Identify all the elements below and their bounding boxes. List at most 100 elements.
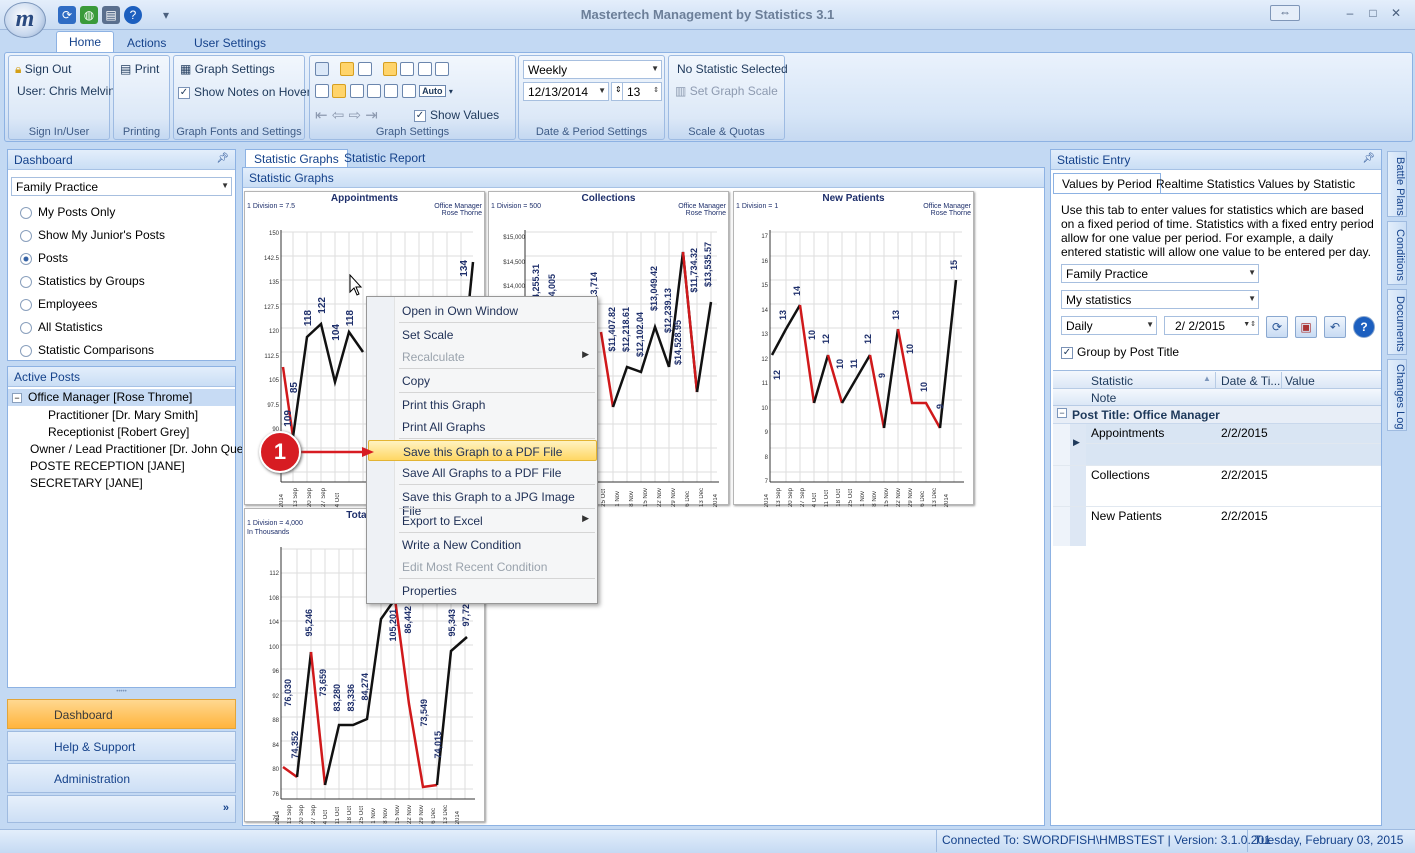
layout-columns-icon[interactable]	[332, 83, 347, 98]
entry-statistics-select[interactable]: My statistics ▼	[1061, 290, 1259, 309]
period-select[interactable]: Weekly ▼	[523, 60, 662, 79]
fit-height-icon[interactable]	[417, 61, 432, 76]
menu-save-graph-pdf[interactable]: Save this Graph to a PDF File	[368, 440, 597, 461]
first-page-icon[interactable]: ⇤	[315, 107, 328, 124]
help-icon[interactable]: ?	[1353, 316, 1375, 338]
grid-row-appointments[interactable]: Appointments 2/2/2015	[1053, 424, 1381, 465]
grid-row-collections[interactable]: Collections 2/2/2015	[1053, 465, 1381, 506]
refresh-entry-icon[interactable]: ⟳	[1266, 316, 1288, 338]
graph-style-icon[interactable]	[340, 61, 355, 76]
radio-my-posts-only[interactable]: My Posts Only	[20, 205, 115, 219]
graph-settings-button[interactable]: ▦ Graph Settings	[180, 62, 275, 76]
col-value[interactable]: Value	[1285, 374, 1315, 388]
layout-page-icon[interactable]	[367, 83, 382, 98]
menu-print-this-graph[interactable]: Print this Graph	[368, 394, 597, 415]
menu-print-all-graphs[interactable]: Print All Graphs	[368, 416, 597, 437]
layout-list-icon[interactable]	[349, 83, 364, 98]
grid-row-new-patients[interactable]: New Patients 2/2/2015	[1053, 506, 1381, 547]
radio-employees[interactable]: Employees	[20, 297, 97, 311]
splitter-grip[interactable]: •••••	[7, 689, 236, 697]
maximize-icon[interactable]: □	[1363, 6, 1383, 20]
next-page-icon[interactable]: ⇨	[349, 107, 362, 124]
tab-values-by-statistic[interactable]: Values by Statistic	[1250, 175, 1363, 193]
period-count-stepper[interactable]: 13 ⇕	[622, 82, 662, 101]
tab-statistic-graphs[interactable]: Statistic Graphs	[245, 149, 348, 167]
layout-single-icon[interactable]	[315, 83, 329, 98]
tree-item-receptionist[interactable]: Receptionist [Robert Grey]	[48, 425, 189, 439]
chevron-down-icon[interactable]: ▾	[449, 87, 453, 96]
tab-home[interactable]: Home	[56, 31, 115, 53]
tree-item-owner[interactable]: Owner / Lead Practitioner [Dr. John Que]	[30, 442, 247, 456]
page-portrait-icon[interactable]	[383, 61, 398, 76]
tab-statistic-report[interactable]: Statistic Report	[336, 149, 433, 167]
auto-scale-icon[interactable]: Auto	[419, 85, 446, 97]
collapse-icon[interactable]: −	[12, 393, 22, 403]
menu-copy[interactable]: Copy	[368, 370, 597, 391]
side-tab-documents[interactable]: Documents	[1387, 289, 1407, 355]
entry-practice-select[interactable]: Family Practice ▼	[1061, 264, 1259, 283]
nav-administration[interactable]: Administration	[7, 763, 236, 793]
nav-dashboard[interactable]: Dashboard	[7, 699, 236, 729]
radio-statistics-by-groups[interactable]: Statistics by Groups	[20, 274, 145, 288]
menu-set-scale[interactable]: Set Scale	[368, 324, 597, 345]
nav-overflow[interactable]: »	[7, 795, 236, 823]
date-picker[interactable]: 12/13/2014 ▼	[523, 82, 609, 101]
pin-icon[interactable]: 📌︎	[1362, 153, 1375, 164]
side-tab-changes-log[interactable]: Changes Log	[1387, 359, 1407, 431]
grid-group-row[interactable]: − Post Title: Office Manager	[1053, 406, 1381, 424]
radio-posts[interactable]: Posts	[20, 251, 68, 265]
close-icon[interactable]: ✕	[1386, 6, 1406, 20]
show-values-checkbox[interactable]: ✓ Show Values	[414, 108, 499, 122]
menu-recalculate[interactable]: Recalculate ▶	[368, 346, 597, 367]
graph-new-patients[interactable]: New Patients 1 Division = 1 Office Manag…	[733, 191, 974, 507]
tree-item-office-manager[interactable]: − Office Manager [Rose Throme]	[8, 389, 235, 406]
tab-values-by-period[interactable]: Values by Period	[1053, 173, 1161, 193]
show-notes-checkbox[interactable]: ✓ Show Notes on Hover	[178, 85, 311, 99]
tab-user-settings[interactable]: User Settings	[182, 33, 278, 53]
sign-out-button[interactable]: 🔒︎ Sign Out	[15, 62, 71, 77]
row-note[interactable]	[1086, 444, 1381, 465]
tree-item-poste-reception[interactable]: POSTE RECEPTION [JANE]	[30, 459, 185, 473]
layout-two-icon[interactable]	[384, 83, 399, 98]
menu-save-all-graphs-pdf[interactable]: Save All Graphs to a PDF File	[368, 462, 597, 483]
last-page-icon[interactable]: ⇥	[365, 107, 378, 124]
app-menu-orb[interactable]: m	[4, 2, 46, 38]
entry-date-picker[interactable]: 2/ 2/2015 ▼⇕	[1164, 316, 1259, 335]
menu-edit-recent-condition[interactable]: Edit Most Recent Condition	[368, 556, 597, 577]
side-tab-conditions[interactable]: Conditions	[1387, 221, 1407, 285]
side-tab-battle-plans[interactable]: Battle Plans	[1387, 151, 1407, 217]
minimize-icon[interactable]: –	[1340, 6, 1360, 20]
fit-page-icon[interactable]	[435, 61, 450, 76]
menu-open-in-own-window[interactable]: Open in Own Window	[368, 300, 597, 321]
menu-export-excel[interactable]: Export to Excel ▶	[368, 510, 597, 531]
nav-help-support[interactable]: Help & Support	[7, 731, 236, 761]
menu-write-new-condition[interactable]: Write a New Condition	[368, 534, 597, 555]
tab-realtime-statistics[interactable]: Realtime Statistics	[1148, 175, 1263, 193]
graph-edit-icon[interactable]	[357, 61, 372, 76]
col-statistic[interactable]: Statistic	[1091, 374, 1133, 388]
set-graph-scale-button[interactable]: ▥ Set Graph Scale	[675, 84, 778, 98]
practice-select[interactable]: Family Practice ▼	[11, 177, 232, 196]
pin-icon[interactable]: 📌︎	[216, 153, 229, 164]
previous-page-icon[interactable]: ⇦	[332, 107, 345, 124]
tree-item-secretary[interactable]: SECRETARY [JANE]	[30, 476, 143, 490]
tree-item-practitioner[interactable]: Practitioner [Dr. Mary Smith]	[48, 408, 198, 422]
collapse-icon[interactable]: −	[1057, 408, 1067, 418]
col-note[interactable]: Note	[1091, 391, 1116, 405]
tab-actions[interactable]: Actions	[115, 33, 178, 53]
radio-statistic-comparisons[interactable]: Statistic Comparisons	[20, 343, 154, 357]
undo-icon[interactable]: ↶	[1324, 316, 1346, 338]
radio-junior-posts[interactable]: Show My Junior's Posts	[20, 228, 165, 242]
radio-all-statistics[interactable]: All Statistics	[20, 320, 103, 334]
menu-properties[interactable]: Properties	[368, 580, 597, 601]
save-icon[interactable]: ▣	[1295, 316, 1317, 338]
col-date-time[interactable]: Date & Ti...	[1221, 374, 1280, 388]
print-button[interactable]: ▤ Print	[120, 62, 159, 76]
entry-period-select[interactable]: Daily ▼	[1061, 316, 1157, 335]
menu-save-graph-jpg[interactable]: Save this Graph to a JPG Image File	[368, 486, 597, 518]
refresh-graphs-icon[interactable]	[315, 61, 329, 76]
layout-three-icon[interactable]	[401, 83, 416, 98]
page-landscape-icon[interactable]	[400, 61, 415, 76]
group-by-post-checkbox[interactable]: ✓ Group by Post Title	[1061, 345, 1179, 359]
restore-layout-icon[interactable]: ⇔	[1270, 5, 1300, 21]
